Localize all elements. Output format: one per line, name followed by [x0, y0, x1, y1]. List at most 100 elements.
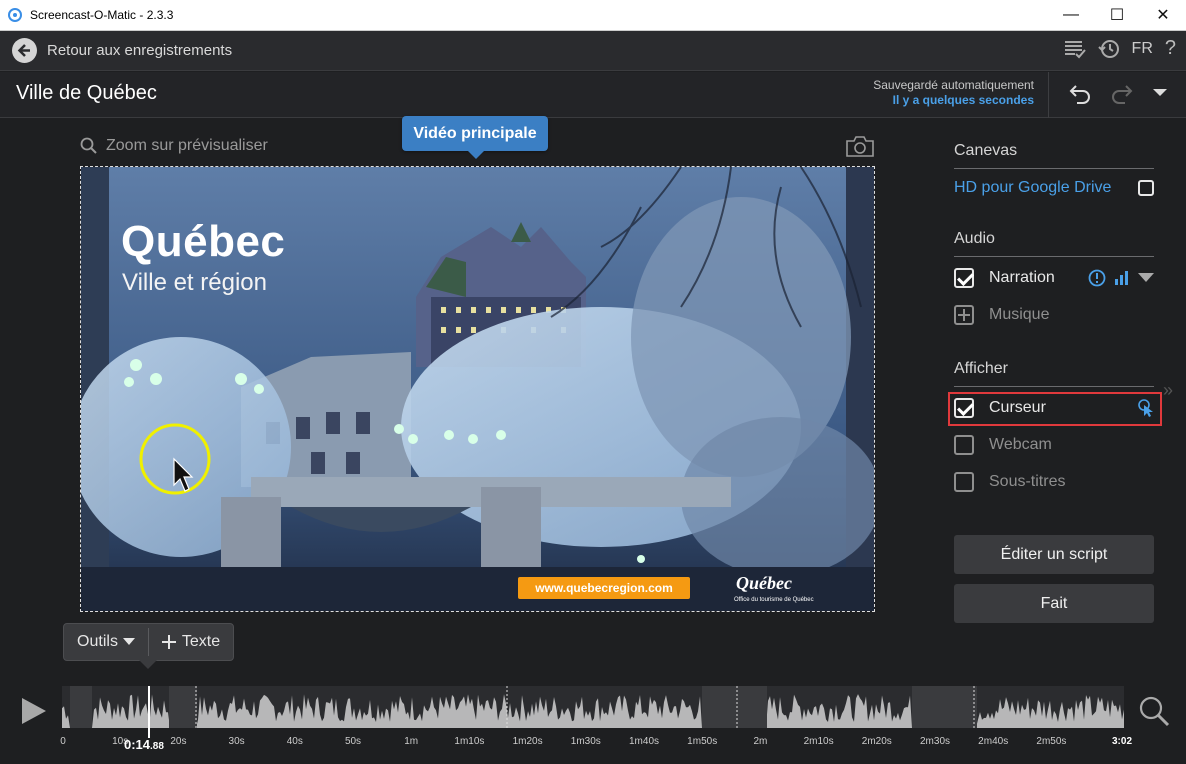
timeline-track[interactable]	[62, 686, 1124, 728]
chevron-down-icon[interactable]	[1152, 82, 1168, 104]
timeline-tick: 1m40s	[628, 736, 660, 747]
autosave-label: Sauvegardé automatiquement	[873, 78, 1034, 92]
project-bar: Ville de Québec Sauvegardé automatiqueme…	[0, 72, 1186, 118]
url-badge: www.quebecregion.com	[518, 577, 690, 599]
window-title: Screencast-O-Matic - 2.3.3	[30, 8, 174, 22]
arrow-left-icon	[17, 44, 30, 57]
narration-checkbox[interactable]	[954, 268, 974, 288]
play-icon[interactable]	[21, 697, 47, 725]
overlay-title: Québec	[121, 217, 286, 266]
tools-label: Outils	[77, 633, 118, 650]
timeline-tick: 40s	[286, 736, 303, 747]
timeline-tick: 1m20s	[512, 736, 543, 747]
maximize-button[interactable]: ☐	[1094, 0, 1140, 30]
window-titlebar: Screencast-O-Matic - 2.3.3 — ☐ ✕	[0, 0, 1186, 31]
minimize-button[interactable]: —	[1048, 0, 1094, 30]
timeline-tick: 50s	[344, 736, 362, 747]
search-icon	[80, 137, 97, 154]
timeline-tick: 1m30s	[570, 736, 601, 747]
video-preview[interactable]: Québec Ville et région www.quebecregion.…	[80, 166, 875, 612]
redo-icon[interactable]	[1110, 82, 1134, 104]
timeline-tick: 1m	[404, 736, 419, 747]
canvas-header: Canevas	[954, 142, 1154, 169]
timeline-tick: 0	[60, 736, 66, 747]
tools-dropdown[interactable]: Outils	[64, 633, 148, 651]
panel-expand-icon[interactable]: »	[1163, 380, 1173, 401]
plus-icon	[161, 635, 176, 649]
musique-label: Musique	[989, 306, 1050, 323]
caret-down-icon	[122, 638, 135, 645]
canvas-option-row[interactable]: HD pour Google Drive	[954, 175, 1154, 201]
timeline-tick: 30s	[228, 736, 245, 747]
done-button[interactable]: Fait	[954, 584, 1154, 623]
audio-header: Audio	[954, 230, 1154, 257]
afficher-section: Afficher	[954, 360, 1154, 387]
curseur-checkbox[interactable]	[954, 398, 974, 418]
history-icon[interactable]	[1097, 38, 1120, 60]
tasks-icon[interactable]	[1064, 39, 1086, 59]
soustitres-label: Sous-titres	[989, 473, 1066, 490]
soustitres-checkbox[interactable]	[954, 472, 974, 492]
add-music-button[interactable]	[954, 305, 974, 325]
logo-subtext: Office du tourisme de Québec	[734, 597, 814, 603]
timeline-tick: 2m50s	[1036, 736, 1067, 747]
timeline-tick: 2m20s	[861, 736, 892, 747]
add-text-label: Texte	[181, 633, 221, 650]
webcam-row[interactable]: Webcam	[954, 432, 1154, 458]
timeline-tick: 2m30s	[919, 736, 951, 747]
audio-section: Audio	[954, 230, 1154, 257]
playhead[interactable]	[148, 686, 150, 738]
plus-icon	[958, 309, 970, 321]
playhead-time: 0:14.88	[124, 737, 164, 752]
timeline-ruler: 0 10s 20s 30s 40s 50s 1m 1m10s 1m20s 1m30s 1m40s 1m…	[0, 736, 1186, 750]
project-title[interactable]: Ville de Québec	[16, 82, 157, 105]
tools-popup: Outils Texte	[63, 623, 234, 669]
language-selector[interactable]: FR	[1132, 40, 1153, 58]
chevron-down-icon[interactable]	[1138, 273, 1154, 283]
autosave-time: Il y a quelques secondes	[892, 93, 1034, 107]
add-text-button[interactable]: Texte	[149, 633, 233, 651]
edit-script-button[interactable]: Éditer un script	[954, 535, 1154, 574]
playhead-time-frac: .88	[150, 741, 164, 752]
cursor-settings-icon[interactable]	[1138, 399, 1154, 417]
canvas-option-checkbox[interactable]	[1138, 180, 1154, 196]
webcam-label: Webcam	[989, 436, 1052, 453]
timeline-tick: 1m10s	[454, 736, 485, 747]
undo-icon[interactable]	[1068, 82, 1092, 104]
timeline-tick: 1m50s	[687, 736, 718, 747]
curseur-row[interactable]: Curseur	[954, 395, 1154, 421]
back-label[interactable]: Retour aux enregistrements	[47, 42, 232, 59]
narration-label: Narration	[989, 269, 1055, 286]
zoom-preview[interactable]: Zoom sur prévisualiser	[80, 136, 268, 156]
narration-row[interactable]: Narration	[954, 265, 1154, 291]
canvas-section: Canevas	[954, 142, 1154, 169]
help-icon[interactable]: ?	[1165, 37, 1176, 60]
autosave-status: Sauvegardé automatiquement Il y a quelqu…	[873, 78, 1034, 108]
warning-icon[interactable]	[1088, 269, 1106, 287]
afficher-header: Afficher	[954, 360, 1154, 387]
audio-waveform	[62, 686, 1124, 728]
timeline-tick: 2m10s	[803, 736, 834, 747]
timeline-tick: 20s	[170, 736, 187, 747]
logo-text: Québec	[736, 573, 792, 593]
musique-row[interactable]: Musique	[954, 302, 1154, 328]
divider	[1048, 72, 1049, 118]
main-video-tooltip[interactable]: Vidéo principale	[402, 116, 548, 159]
back-button[interactable]	[12, 38, 37, 63]
zoom-label: Zoom sur prévisualiser	[106, 137, 268, 154]
soustitres-row[interactable]: Sous-titres	[954, 469, 1154, 495]
curseur-label: Curseur	[989, 399, 1046, 416]
camera-icon[interactable]	[845, 134, 875, 158]
app-icon	[8, 8, 22, 22]
timeline-zoom-icon[interactable]	[1138, 695, 1170, 727]
canvas-option-link[interactable]: HD pour Google Drive	[954, 179, 1111, 197]
playhead-time-main: 0:14	[124, 737, 151, 752]
audio-level-icon[interactable]	[1114, 271, 1130, 285]
webcam-checkbox[interactable]	[954, 435, 974, 455]
timeline-tick: 2m40s	[978, 736, 1009, 747]
top-nav-bar: Retour aux enregistrements FR ?	[0, 31, 1186, 71]
overlay-subtitle: Ville et région	[122, 269, 267, 296]
timeline-tick: 3:02	[1111, 736, 1133, 747]
close-button[interactable]: ✕	[1140, 0, 1186, 30]
timeline-tick: 2m	[753, 736, 768, 747]
